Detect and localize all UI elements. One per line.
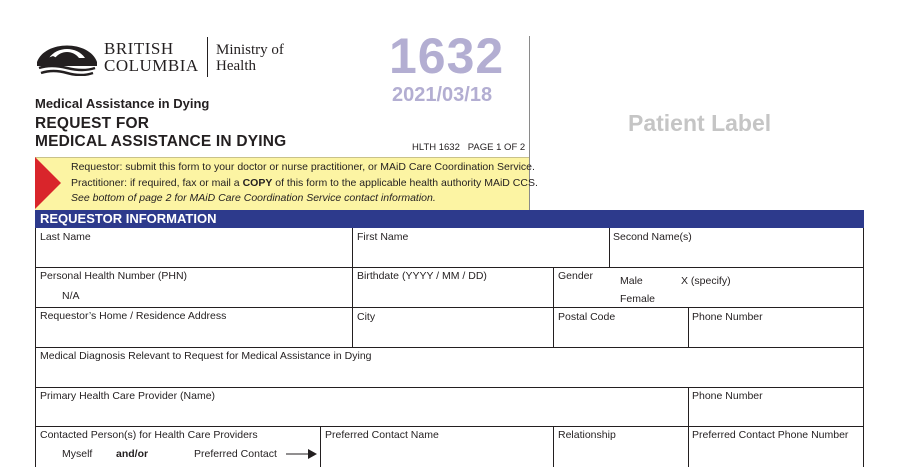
second-names-field[interactable]: Second Name(s): [613, 231, 692, 243]
logo-line-columbia: COLUMBIA: [104, 56, 199, 75]
row-divider: [35, 387, 864, 388]
gender-female-option[interactable]: Female: [620, 293, 655, 305]
bc-logo-icon: [37, 45, 97, 76]
form-subtitle: Medical Assistance in Dying: [35, 96, 210, 111]
logo-line-british: BRITISH: [104, 39, 174, 58]
form-title: REQUEST FOR MEDICAL ASSISTANCE IN DYING: [35, 115, 286, 151]
col-divider: [553, 307, 554, 347]
form-date: 2021/03/18: [392, 84, 493, 106]
primary-provider-field[interactable]: Primary Health Care Provider (Name): [40, 390, 215, 402]
row-divider: [35, 347, 864, 348]
logo-divider: [207, 37, 208, 77]
notice-line2-pre: Practitioner: if required, fax or mail a: [71, 176, 243, 189]
col-divider: [609, 228, 610, 267]
col-divider: [688, 426, 689, 467]
phone-number-field[interactable]: Phone Number: [692, 311, 763, 323]
preferred-contact-option[interactable]: Preferred Contact: [194, 448, 277, 460]
col-divider: [352, 228, 353, 267]
row-divider: [35, 426, 864, 427]
address-field[interactable]: Requestor’s Home / Residence Address: [40, 310, 226, 322]
notice-line2: Practitioner: if required, fax or mail a…: [71, 176, 538, 192]
phn-na-option[interactable]: N/A: [62, 290, 80, 302]
form-code: HLTH 1632 PAGE 1 OF 2: [412, 142, 526, 153]
last-name-field[interactable]: Last Name: [40, 231, 91, 243]
first-name-field[interactable]: First Name: [357, 231, 408, 243]
col-divider: [352, 267, 353, 307]
notice-line3-text: See bottom of page 2 for MAiD Care Coord…: [71, 192, 436, 204]
diagnosis-field[interactable]: Medical Diagnosis Relevant to Request fo…: [40, 350, 372, 362]
form-title-line2: MEDICAL ASSISTANCE IN DYING: [35, 133, 287, 150]
gender-label: Gender: [558, 270, 594, 282]
notice-line1: Requestor: submit this form to your doct…: [71, 161, 535, 173]
gender-x-option[interactable]: X (specify): [681, 275, 731, 287]
preferred-contact-phone-field[interactable]: Preferred Contact Phone Number: [692, 429, 848, 441]
notice-line2-bold: COPY: [242, 176, 273, 189]
col-divider: [352, 307, 353, 347]
row-divider: [35, 307, 864, 308]
section-title: REQUESTOR INFORMATION: [40, 211, 217, 226]
provider-phone-field[interactable]: Phone Number: [692, 390, 763, 402]
contacted-persons-label: Contacted Person(s) for Health Care Prov…: [40, 429, 258, 441]
form-number: 1632: [389, 28, 505, 84]
myself-option[interactable]: Myself: [62, 448, 92, 460]
patient-label-area: Patient Label: [628, 110, 772, 136]
postal-code-field[interactable]: Postal Code: [558, 311, 615, 323]
birthdate-field[interactable]: Birthdate (YYYY / MM / DD): [357, 270, 487, 282]
and-or-text: and/or: [116, 448, 149, 460]
city-field[interactable]: City: [357, 311, 375, 323]
row-divider: [35, 267, 864, 268]
notice-arrow-icon: [35, 157, 61, 209]
col-divider: [553, 267, 554, 307]
relationship-field[interactable]: Relationship: [558, 429, 616, 441]
col-divider: [320, 426, 321, 467]
form-title-line1: REQUEST FOR: [35, 115, 150, 132]
preferred-contact-name-field[interactable]: Preferred Contact Name: [325, 429, 439, 441]
notice-text: Requestor: submit this form to your doct…: [71, 160, 538, 207]
notice-line3: See bottom of page 2 for MAiD Care Coord…: [71, 191, 538, 207]
ministry-line1: Ministry of: [216, 42, 284, 58]
col-divider: [688, 307, 689, 347]
phn-field[interactable]: Personal Health Number (PHN): [40, 270, 187, 282]
ministry-text: Ministry of Health: [216, 42, 284, 74]
gender-male-option[interactable]: Male: [620, 275, 643, 287]
col-divider: [553, 426, 554, 467]
col-divider: [688, 387, 689, 426]
notice-line2-post: of this form to the applicable health au…: [272, 176, 538, 189]
arrow-right-icon: [286, 449, 317, 459]
logo-text: BRITISH COLUMBIA: [104, 40, 199, 74]
ministry-line2: Health: [216, 58, 256, 74]
